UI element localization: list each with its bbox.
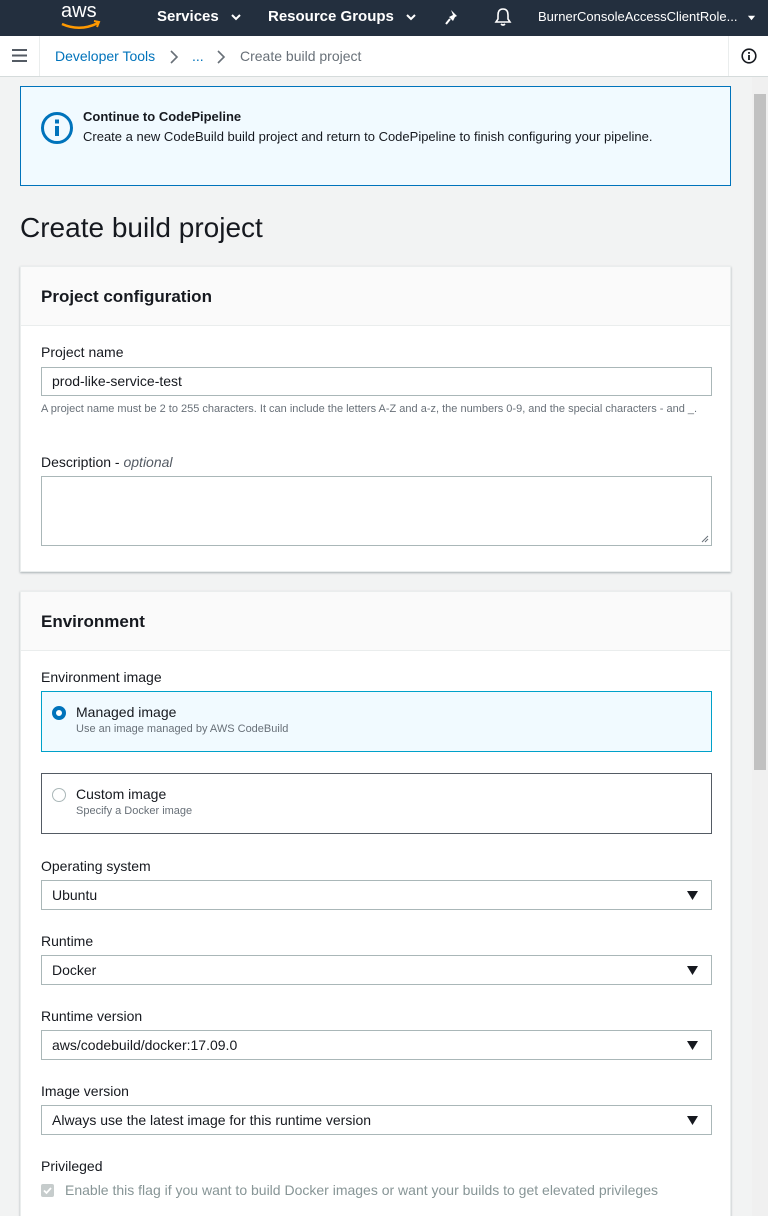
flash-message: Create a new CodeBuild build project and… <box>83 129 653 144</box>
account-menu[interactable]: BurnerConsoleAccessClientRole... <box>538 0 756 33</box>
project-name-input[interactable]: prod-like-service-test <box>41 367 712 396</box>
check-icon <box>43 1187 52 1195</box>
info-flashbar: Continue to CodePipeline Create a new Co… <box>20 86 731 186</box>
account-label: BurnerConsoleAccessClientRole... <box>538 9 738 24</box>
managed-image-title: Managed image <box>76 704 177 720</box>
breadcrumb-developer-tools[interactable]: Developer Tools <box>55 36 155 76</box>
caret-down-icon <box>687 1116 698 1125</box>
custom-image-title: Custom image <box>76 786 167 802</box>
services-menu[interactable]: Services <box>157 0 241 36</box>
info-panel-button[interactable] <box>728 36 768 76</box>
project-name-label: Project name <box>41 344 124 360</box>
bell-icon[interactable] <box>494 7 512 27</box>
resize-grip-icon[interactable] <box>701 535 709 543</box>
caret-down-icon <box>687 891 698 900</box>
image-version-value: Always use the latest image for this run… <box>52 1112 372 1128</box>
chevron-down-icon <box>406 14 416 21</box>
operating-system-select[interactable]: Ubuntu <box>41 880 712 910</box>
services-label: Services <box>157 8 219 25</box>
project-name-hint: A project name must be 2 to 255 characte… <box>41 403 698 415</box>
scrollbar-thumb[interactable] <box>754 94 766 770</box>
chevron-right-icon <box>217 50 226 64</box>
logo-text: aws <box>61 0 97 22</box>
chevron-down-icon <box>231 14 241 21</box>
pin-icon[interactable] <box>444 8 462 26</box>
page-scrollbar[interactable] <box>752 77 768 1216</box>
managed-image-radio[interactable] <box>52 706 66 720</box>
hamburger-icon <box>12 49 27 62</box>
top-nav: aws Services Resource Groups BurnerConso… <box>0 0 768 36</box>
privileged-checkbox[interactable] <box>41 1184 54 1197</box>
description-label-text: Description <box>41 454 112 470</box>
resource-groups-label: Resource Groups <box>268 8 394 25</box>
privileged-checkbox-label: Enable this flag if you want to build Do… <box>65 1182 658 1198</box>
project-configuration-heading: Project configuration <box>21 267 730 326</box>
operating-system-label: Operating system <box>41 858 151 874</box>
menu-button[interactable] <box>0 36 40 76</box>
image-version-label: Image version <box>41 1083 129 1099</box>
custom-image-subtitle: Specify a Docker image <box>76 805 193 817</box>
custom-image-option[interactable]: Custom image Specify a Docker image <box>41 773 712 834</box>
image-version-select[interactable]: Always use the latest image for this run… <box>41 1105 712 1135</box>
runtime-select[interactable]: Docker <box>41 955 712 985</box>
runtime-label: Runtime <box>41 933 94 949</box>
info-icon <box>741 48 757 64</box>
breadcrumb-bar: Developer Tools ... Create build project <box>0 36 768 77</box>
info-circle-icon <box>41 112 73 144</box>
description-label: Description - optional <box>41 454 173 470</box>
environment-image-label: Environment image <box>41 669 162 685</box>
environment-panel: Environment Environment image Managed im… <box>20 591 731 1216</box>
runtime-version-label: Runtime version <box>41 1008 143 1024</box>
optional-tag: optional <box>123 454 173 470</box>
caret-down-icon <box>747 15 756 21</box>
caret-down-icon <box>687 966 698 975</box>
custom-image-radio[interactable] <box>52 788 66 802</box>
page-title: Create build project <box>20 212 263 243</box>
resource-groups-menu[interactable]: Resource Groups <box>268 0 416 36</box>
breadcrumb-ellipsis[interactable]: ... <box>192 36 204 76</box>
chevron-right-icon <box>170 50 179 64</box>
privileged-label: Privileged <box>41 1158 103 1174</box>
aws-logo[interactable]: aws <box>58 0 104 34</box>
breadcrumb-current: Create build project <box>240 48 362 64</box>
project-configuration-panel: Project configuration Project name prod-… <box>20 266 731 572</box>
description-textarea[interactable] <box>41 476 712 546</box>
flash-title: Continue to CodePipeline <box>83 109 242 124</box>
environment-heading: Environment <box>21 592 730 651</box>
runtime-value: Docker <box>52 962 97 978</box>
runtime-version-select[interactable]: aws/codebuild/docker:17.09.0 <box>41 1030 712 1060</box>
managed-image-subtitle: Use an image managed by AWS CodeBuild <box>76 723 289 735</box>
operating-system-value: Ubuntu <box>52 887 98 903</box>
managed-image-option[interactable]: Managed image Use an image managed by AW… <box>41 691 712 752</box>
caret-down-icon <box>687 1041 698 1050</box>
runtime-version-value: aws/codebuild/docker:17.09.0 <box>52 1037 238 1053</box>
